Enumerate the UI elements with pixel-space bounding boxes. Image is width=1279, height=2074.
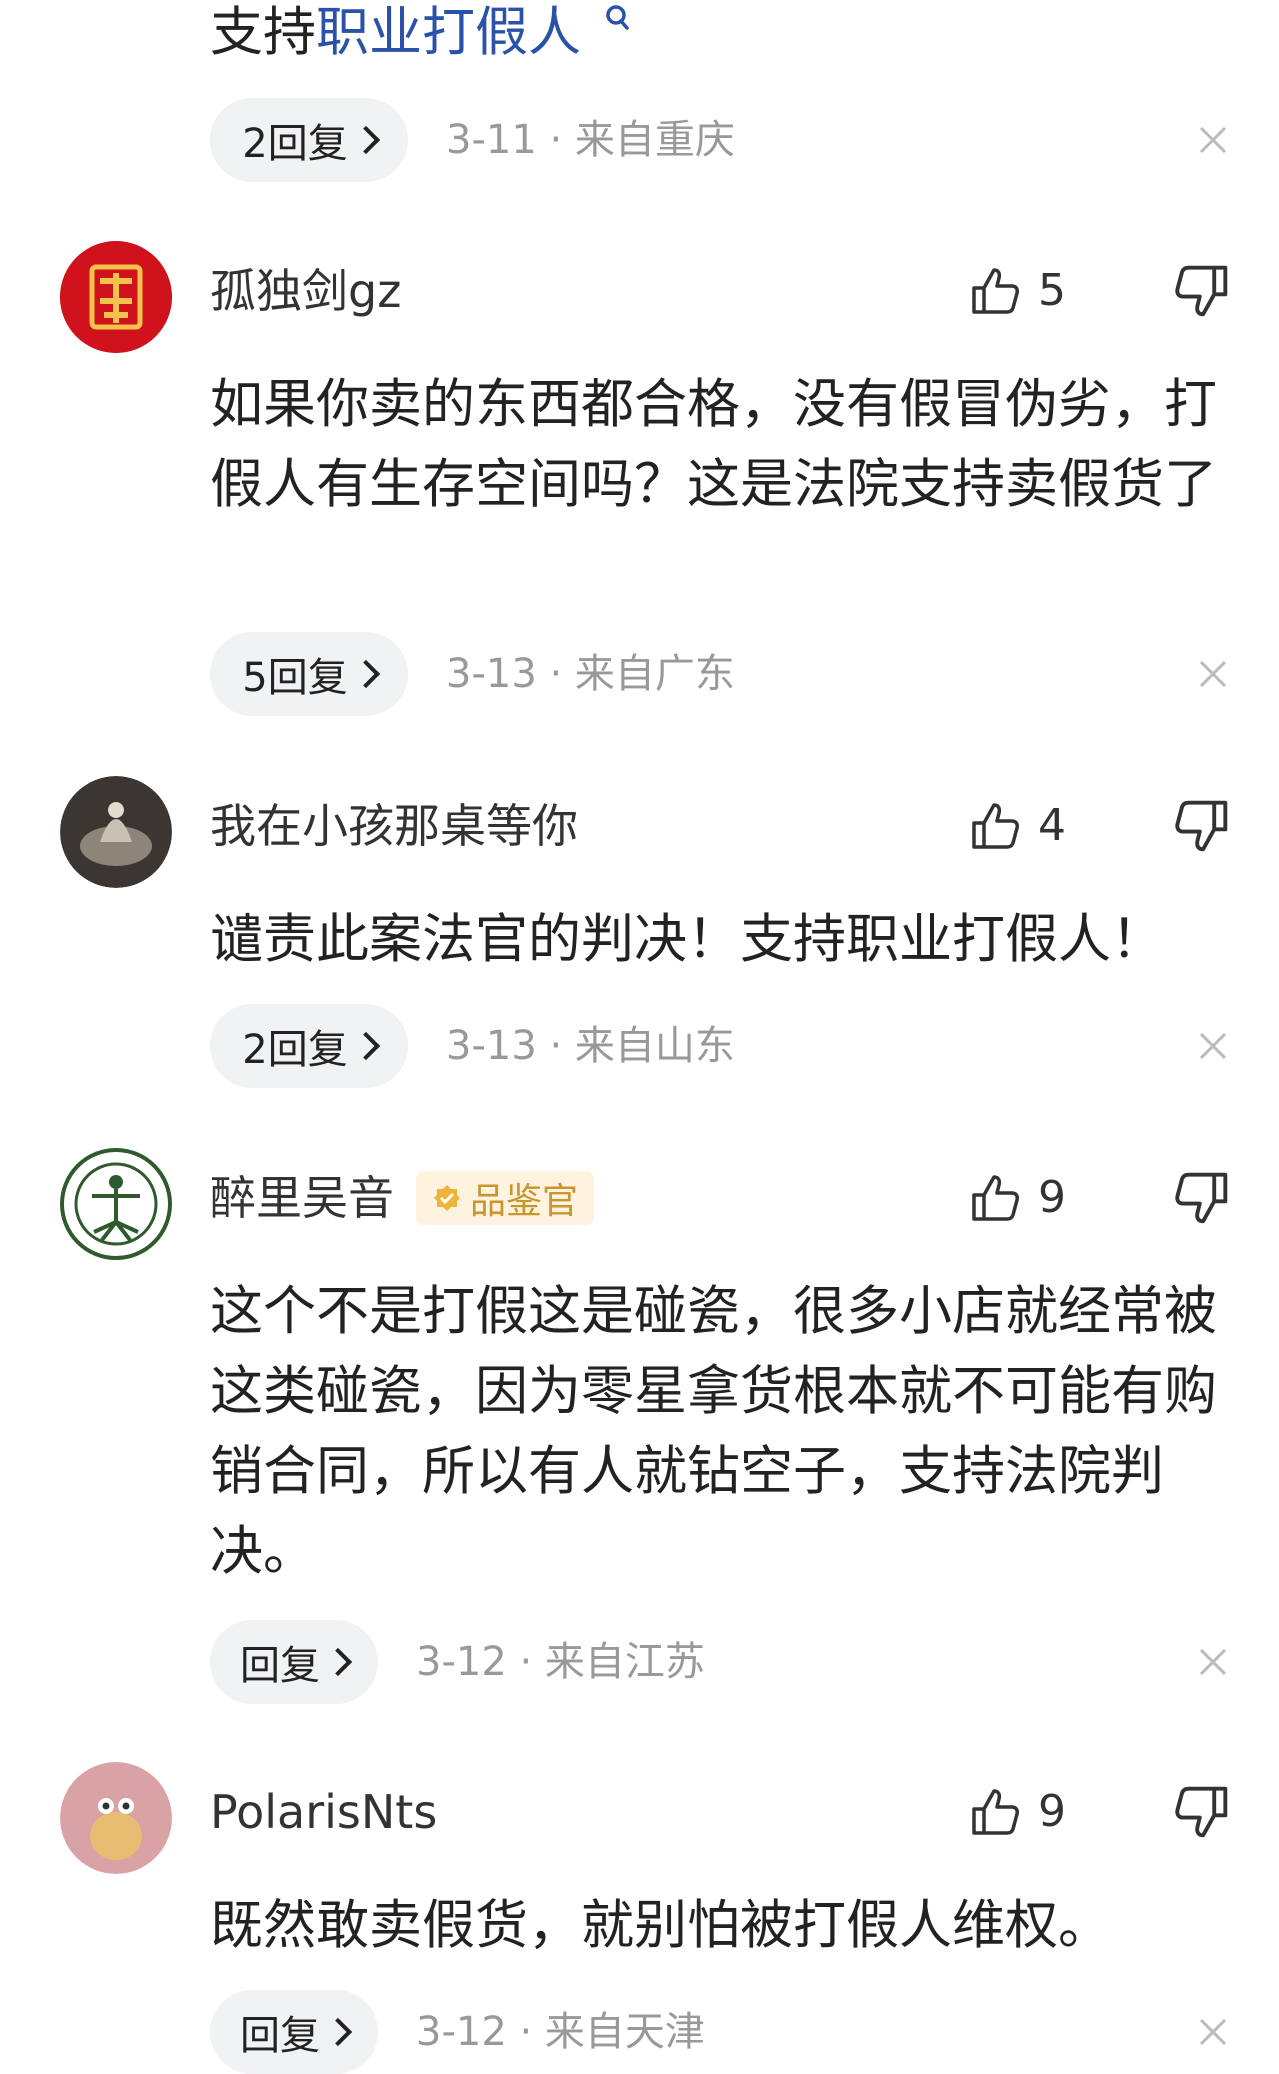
status-badge: 品鉴官 [416, 1171, 595, 1225]
comment-text: 这个不是打假这是碰瓷，很多小店就经常被这类碰瓷，因为零星拿货根本就不可能有购销合… [210, 1281, 1217, 1582]
close-icon[interactable] [1198, 659, 1228, 689]
close-icon[interactable] [1198, 1647, 1228, 1677]
username[interactable]: PolarisNts [210, 1782, 437, 1842]
avatar[interactable] [60, 241, 172, 353]
comment-text: 谴责此案法官的判决！支持职业打假人！ [210, 909, 1164, 970]
comment-meta: 3-13 · 来自广东 [446, 651, 735, 697]
chevron-right-icon [323, 2017, 353, 2047]
comment-meta: 3-13 · 来自山东 [446, 1023, 735, 1069]
like-button[interactable]: 5 [968, 261, 1066, 321]
chevron-right-icon [351, 1031, 380, 1061]
thumbs-up-icon [972, 803, 1019, 849]
like-button[interactable]: 9 [968, 1168, 1066, 1228]
chevron-right-icon [351, 659, 380, 689]
avatar[interactable] [60, 776, 172, 888]
thumbs-down-icon[interactable] [1172, 1782, 1232, 1842]
comment-meta: 3-11 · 来自重庆 [446, 117, 735, 163]
reply-button[interactable]: 回复 [210, 1990, 378, 2074]
comment-meta: 3-12 · 来自江苏 [416, 1639, 705, 1685]
comment-text: 既然敢卖假货，就别怕被打假人维权。 [210, 1895, 1111, 1956]
like-button[interactable]: 9 [968, 1782, 1066, 1842]
reply-button[interactable]: 回复 [210, 1620, 378, 1704]
close-icon[interactable] [1198, 1031, 1228, 1061]
like-count: 5 [1038, 265, 1066, 316]
keyword-link[interactable]: 职业打假人 [316, 2, 581, 63]
chevron-right-icon [351, 125, 380, 155]
thumbs-down-icon[interactable] [1172, 796, 1232, 856]
thumbs-up-icon [972, 268, 1019, 314]
thumbs-up-icon [972, 1789, 1019, 1835]
close-icon[interactable] [1198, 2017, 1228, 2047]
avatar[interactable] [60, 1762, 172, 1874]
avatar[interactable] [60, 1148, 172, 1260]
reply-button[interactable]: 2回复 [210, 1004, 408, 1088]
username[interactable]: 醉里吴音 [210, 1168, 394, 1228]
username[interactable]: 我在小孩那桌等你 [210, 796, 578, 856]
verified-icon [434, 1185, 460, 1211]
search-icon[interactable] [604, 4, 630, 36]
thumbs-down-icon[interactable] [1172, 261, 1232, 321]
like-count: 9 [1038, 1172, 1066, 1223]
username[interactable]: 孤独剑gz [210, 261, 401, 321]
like-button[interactable]: 4 [968, 796, 1066, 856]
close-icon[interactable] [1198, 125, 1228, 155]
comment-text: 如果你卖的东西都合格，没有假冒伪劣，打假人有生存空间吗？这是法院支持卖假货了 [210, 374, 1217, 515]
chevron-right-icon [323, 1647, 353, 1677]
thumbs-down-icon[interactable] [1172, 1168, 1232, 1228]
comment-0-text: 支持职业打假人 [210, 0, 630, 66]
like-count: 4 [1038, 800, 1066, 851]
comment-meta: 3-12 · 来自天津 [416, 2009, 705, 2055]
like-count: 9 [1038, 1786, 1066, 1837]
reply-button[interactable]: 5回复 [210, 632, 408, 716]
thumbs-up-icon [972, 1175, 1019, 1221]
reply-button[interactable]: 2回复 [210, 98, 408, 182]
